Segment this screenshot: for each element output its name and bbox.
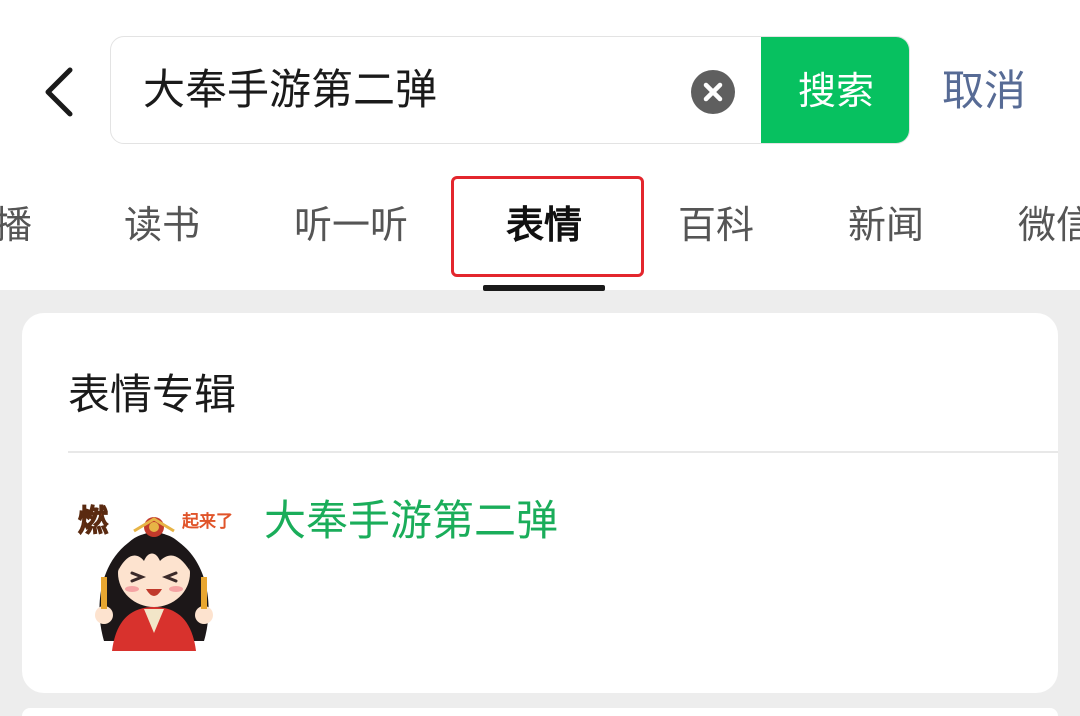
next-card-edge (22, 708, 1058, 716)
back-button[interactable] (40, 64, 84, 120)
top-bar: 大奉手游第二弹 搜索 取消 播 读书 听一听 表情 百科 新闻 微信 (0, 0, 1080, 291)
tab-broadcast[interactable]: 播 (0, 180, 32, 270)
tab-bar: 播 读书 听一听 表情 百科 新闻 微信 (0, 180, 1080, 291)
tab-wechat[interactable]: 微信 (1018, 180, 1080, 270)
clear-button[interactable] (691, 70, 735, 114)
search-box[interactable]: 大奉手游第二弹 搜索 (110, 36, 910, 144)
tab-reading[interactable]: 读书 (124, 180, 200, 270)
clear-circle-x-icon (703, 82, 723, 102)
sticker-image: 燃 起来了 (78, 504, 233, 651)
result-title-link[interactable]: 大奉手游第二弹 (264, 487, 558, 548)
tab-news[interactable]: 新闻 (848, 180, 924, 270)
search-input[interactable]: 大奉手游第二弹 (143, 57, 437, 123)
tab-stickers[interactable]: 表情 (506, 180, 582, 270)
cancel-button[interactable]: 取消 (942, 58, 1026, 124)
tab-encyclopedia[interactable]: 百科 (678, 180, 754, 270)
chevron-left-icon (45, 67, 73, 117)
tab-listen[interactable]: 听一听 (294, 180, 408, 270)
sticker-thumbnail[interactable]: 燃 起来了 (74, 491, 234, 651)
search-button[interactable]: 搜索 (761, 37, 909, 143)
active-tab-indicator (483, 285, 605, 291)
sticker-caption-small: 起来了 (181, 511, 233, 532)
sticker-album-card: 表情专辑 燃 起来了 大奉手游第二弹 (22, 313, 1058, 693)
sticker-caption-big: 燃 (78, 504, 109, 539)
section-title: 表情专辑 (68, 370, 237, 419)
divider (68, 451, 1058, 453)
